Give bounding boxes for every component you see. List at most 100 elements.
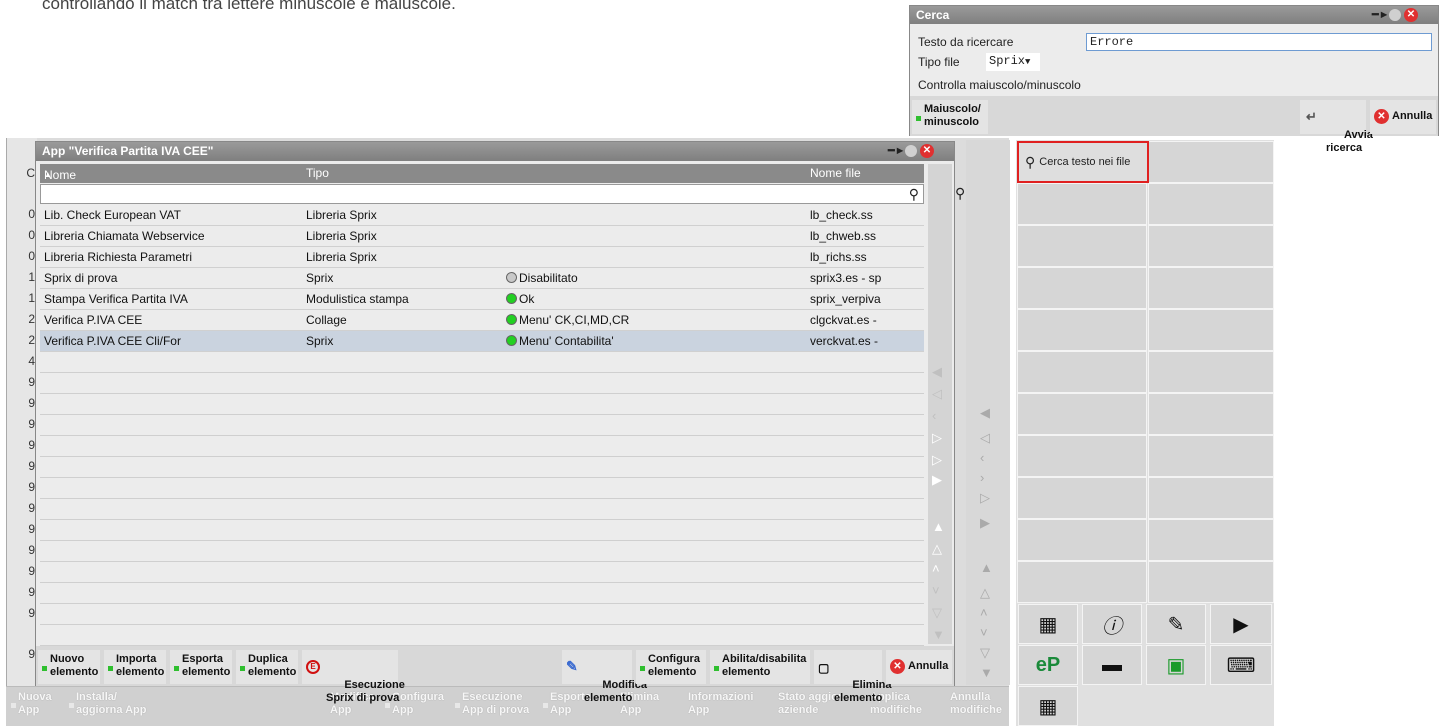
- cancel-button[interactable]: ✕ Annulla: [886, 650, 952, 684]
- run-test-sprix-button[interactable]: E Esecuzione Sprix di prova: [302, 650, 405, 704]
- grid-cell: [1148, 519, 1274, 561]
- cell-type: Libreria Sprix: [306, 208, 377, 222]
- up-icon[interactable]: ˄: [932, 561, 940, 576]
- search-text-input[interactable]: Errore: [1086, 33, 1432, 51]
- cell-file: sprix3.es - sp: [810, 271, 882, 285]
- card-icon[interactable]: ▬: [1082, 645, 1142, 685]
- background-row-digit: 0: [28, 249, 35, 263]
- cell-file: sprix_verpiva: [810, 292, 881, 306]
- next-icon[interactable]: ▷: [932, 430, 942, 446]
- new-app-button[interactable]: Nuova App: [8, 691, 58, 725]
- close-icon[interactable]: ✕: [1404, 8, 1418, 22]
- install-app-button[interactable]: Installa/ aggiorna App: [66, 691, 146, 725]
- search-cancel-button[interactable]: ✕ Annulla: [1370, 100, 1436, 134]
- cell-name: Lib. Check European VAT: [44, 208, 181, 222]
- table-row[interactable]: Verifica P.IVA CEE Collage Menu' CK,CI,M…: [40, 310, 924, 331]
- table-row-selected[interactable]: Verifica P.IVA CEE Cli/For Sprix Menu' C…: [40, 331, 924, 352]
- status-dot-icon: [506, 272, 517, 283]
- search-icon[interactable]: ⚲: [909, 186, 919, 203]
- configure-element-button[interactable]: Configura elemento: [636, 650, 706, 684]
- dialog-nav-buttons: ◀ ◁ ‹ ▷ ▷ ▶ ▲ △ ˄ ˅ ▽ ▼: [928, 364, 952, 669]
- search-text-in-files-button[interactable]: ⚲ Cerca testo nei file: [1017, 141, 1149, 183]
- status-dot-icon: [506, 293, 517, 304]
- info-app-button[interactable]: Informazioni App: [666, 691, 753, 725]
- duplicate-element-button[interactable]: Duplica elemento: [236, 650, 298, 684]
- info-icon[interactable]: ⓘ: [1082, 604, 1142, 644]
- export-element-button[interactable]: Esporta elemento: [170, 650, 232, 684]
- bottom-icon[interactable]: ▼: [932, 627, 945, 642]
- factory-transfer-icon[interactable]: ▦: [1018, 604, 1078, 644]
- start-search-button[interactable]: ↵ Avvia ricerca: [1300, 100, 1373, 154]
- import-element-button[interactable]: Importa elemento: [104, 650, 166, 684]
- toggle-element-button[interactable]: Abilita/disabilita elemento: [710, 650, 810, 684]
- enter-icon: ↵: [1306, 109, 1317, 124]
- filter-input[interactable]: ⚲: [40, 184, 924, 204]
- cell-type: Sprix: [306, 334, 334, 348]
- new-element-button[interactable]: Nuovo elemento: [38, 650, 100, 684]
- case-toggle-button[interactable]: Maiuscolo/ minuscolo: [912, 100, 988, 134]
- page-up-icon[interactable]: △: [932, 541, 942, 557]
- up-icon[interactable]: ˄: [980, 605, 988, 620]
- page-down-icon[interactable]: ▽: [980, 645, 990, 661]
- next-icon[interactable]: ›: [980, 470, 984, 485]
- table-row[interactable]: Lib. Check European VAT Libreria Sprix l…: [40, 205, 924, 226]
- cell-status-label: Disabilitato: [519, 271, 578, 285]
- bottom-icon[interactable]: ▼: [980, 665, 993, 680]
- column-header-type[interactable]: Tipo: [306, 166, 329, 180]
- top-icon[interactable]: ▲: [980, 560, 993, 575]
- video-player-icon[interactable]: ▶: [1210, 604, 1272, 644]
- minimize-icon[interactable]: [905, 145, 917, 157]
- column-header-file[interactable]: Nome file: [810, 166, 861, 180]
- background-row-digit: 1: [28, 270, 35, 284]
- numpad-icon[interactable]: ▦: [1018, 686, 1078, 726]
- background-row-digit: 4: [28, 354, 35, 368]
- prev-page-icon[interactable]: ◁: [980, 430, 990, 446]
- cancel-x-icon: ✕: [890, 659, 905, 674]
- modify-element-button[interactable]: ✎ Modifica elemento: [562, 650, 647, 704]
- first-page-icon[interactable]: ◀: [932, 364, 942, 380]
- page-down-icon[interactable]: ▽: [932, 605, 942, 621]
- empty-row: [40, 352, 924, 373]
- keyboard-icon[interactable]: ⌨: [1210, 645, 1272, 685]
- table-row[interactable]: Libreria Chiamata Webservice Libreria Sp…: [40, 226, 924, 247]
- background-row-digit: 1: [28, 291, 35, 305]
- next-page-icon[interactable]: ▷: [932, 452, 942, 468]
- grid-cell: [1017, 435, 1147, 477]
- close-icon[interactable]: ✕: [920, 144, 934, 158]
- cell-status: Menu' Contabilita': [506, 334, 614, 348]
- run-test-app-button[interactable]: Esecuzione App di prova: [452, 691, 536, 725]
- minimize-icon[interactable]: [1389, 9, 1401, 21]
- last-page-icon[interactable]: ▶: [980, 515, 990, 531]
- grid-cell: [1017, 351, 1147, 393]
- column-header-name[interactable]: Nome ▲: [44, 166, 76, 182]
- signature-icon[interactable]: ✎: [1146, 604, 1206, 644]
- grid-cell: [1148, 225, 1274, 267]
- document-text: controllando il match tra lettere minusc…: [42, 0, 456, 13]
- down-icon[interactable]: ˅: [980, 625, 988, 640]
- next-page-icon[interactable]: ▷: [980, 490, 990, 506]
- first-page-icon[interactable]: ◀: [980, 405, 990, 421]
- prev-icon[interactable]: ‹: [932, 408, 936, 423]
- background-row-digit: 9: [28, 501, 35, 515]
- table-row[interactable]: Sprix di prova Sprix Disabilitato sprix3…: [40, 268, 924, 289]
- app-dialog: App "Verifica Partita IVA CEE" ━► ✕ Nome…: [35, 141, 955, 704]
- down-icon[interactable]: ˅: [932, 583, 940, 598]
- cell-name: Stampa Verifica Partita IVA: [44, 292, 188, 306]
- top-icon[interactable]: ▲: [932, 519, 945, 534]
- company-status-button[interactable]: Stato aggior. aziende: [756, 691, 845, 725]
- pin-icon[interactable]: ━►: [1372, 9, 1390, 21]
- table-row[interactable]: Stampa Verifica Partita IVA Modulistica …: [40, 289, 924, 310]
- cancel-changes-button[interactable]: Annulla modifiche: [928, 691, 1008, 725]
- file-type-select[interactable]: Sprix▼: [986, 53, 1040, 71]
- basket-icon[interactable]: ▣: [1146, 645, 1206, 685]
- delete-element-button[interactable]: ▢ Elimina elemento: [814, 650, 891, 704]
- last-page-icon[interactable]: ▶: [932, 472, 942, 488]
- prev-page-icon[interactable]: ◁: [932, 386, 942, 402]
- ep-lock-icon[interactable]: eP: [1018, 645, 1078, 685]
- cell-name: Sprix di prova: [44, 271, 118, 285]
- background-row-digit: 2: [28, 312, 35, 326]
- pin-icon[interactable]: ━►: [888, 145, 906, 157]
- table-row[interactable]: Libreria Richiesta Parametri Libreria Sp…: [40, 247, 924, 268]
- prev-icon[interactable]: ‹: [980, 450, 984, 465]
- page-up-icon[interactable]: △: [980, 585, 990, 601]
